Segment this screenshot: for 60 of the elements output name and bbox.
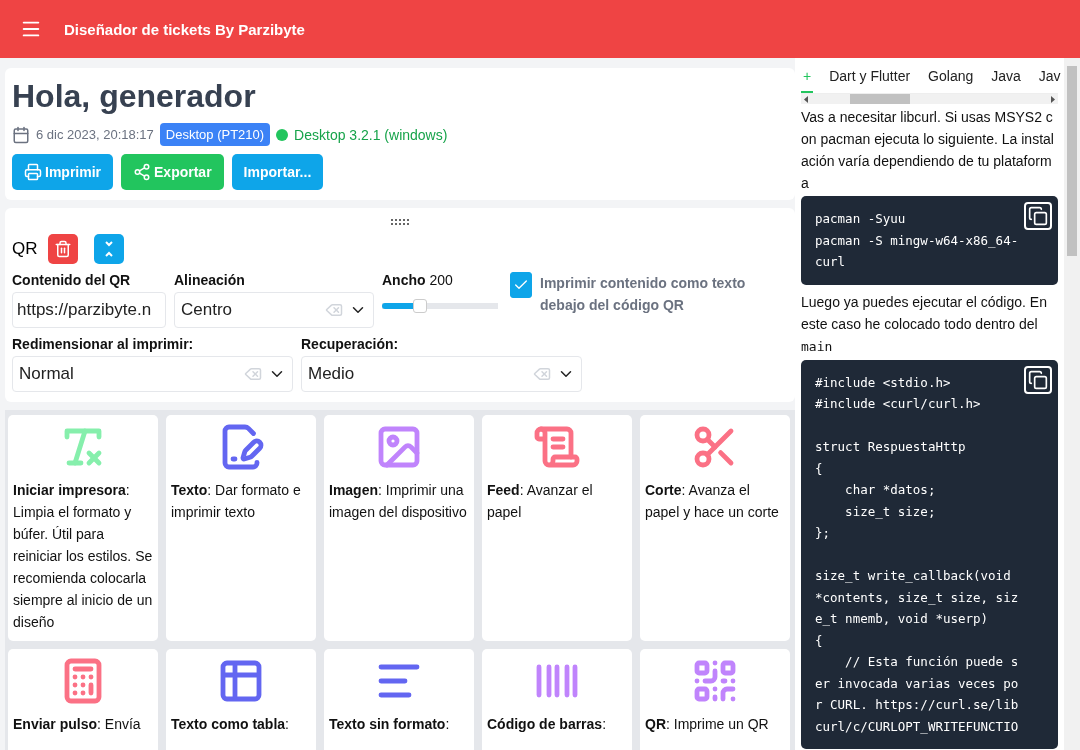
language-tab[interactable]: Dart y Flutter [827,64,913,93]
collapse-icon [102,239,115,259]
printer-icon [24,163,42,181]
collapse-button[interactable] [93,234,124,264]
app-title: Diseñador de tickets By Parzibyte [64,20,305,38]
component-card[interactable]: Feed: Avanzar el papel [482,415,632,641]
field-label: Ancho 200 [382,272,454,288]
select-field[interactable]: Medio [301,356,582,392]
page-heading: Hola, generador [12,78,257,115]
printer-badge: Desktop (PT210) [159,123,271,146]
date-text: 6 dic 2023, 20:18:17 [36,127,154,142]
copy-button[interactable] [1024,202,1053,230]
component-description: Corte: Avanza el papel y hace un corte [645,481,780,522]
drag-handle-icon[interactable] [390,218,410,226]
scroll-left-icon[interactable] [804,95,808,103]
field-label: Contenido del QR [12,272,132,288]
checkbox[interactable] [510,272,532,298]
code-block: #include <stdio.h> #include <curl/curl.h> struct RespuestaHttp { char *datos; size_t size; }; size_t write_callback(void *contents, size_t size, siz e_t nmemb, void *userp) { // Esta función puede s er invocada varias veces po r CURL. https://curl.se/lib curl/c/CURLOPT_WRITEFUNCTIO [801,359,1059,749]
field-label: Recuperación: [301,336,400,352]
paragraph: Vas a necesitar libcurl. Si usas MSYS2 con pacman ejecuta lo siguiente. La instalación varía dependiendo de tu plataforma [801,108,1055,193]
component-description: Texto como tabla: [171,715,290,734]
language-tab[interactable]: Golang [926,64,976,93]
vertical-scrollbar[interactable] [1064,58,1080,750]
component-card[interactable]: Iniciar impresora: Limpia el formato y búfer. Útil para reiniciar los estilos. Se recomienda colocarla siempre al inicio de un diseño [8,415,158,641]
input-field[interactable]: https://parzibyte.n [12,292,166,328]
component-card[interactable]: Texto: Dar formato e imprimir texto [166,415,316,641]
component-card[interactable]: Enviar pulso: Envía [8,649,158,750]
horizontal-scrollbar[interactable] [801,94,1059,104]
delete-button[interactable] [47,234,78,264]
component-description: Texto sin formato: [329,715,451,734]
checkbox-label: Imprimir contenido como texto debajo del código QR [540,274,747,315]
component-card[interactable]: Texto sin formato: [324,649,474,750]
component-description: Código de barras: [487,715,608,734]
status-text: Desktop 3.2.1 (windows) [294,126,448,143]
select-field[interactable]: Normal [12,356,293,392]
component-description: Iniciar impresora: Limpia el formato y búfer. Útil para reiniciar los estilos. Se recomienda colocarla siempre al inicio de un diseño [13,481,153,632]
component-card[interactable]: Texto como tabla: [166,649,316,750]
select-field[interactable]: Centro [174,292,374,328]
field-label: Redimensionar al imprimir: [12,336,195,352]
share-icon [133,163,151,181]
component-card[interactable]: Imagen: Imprimir una imagen del dispositivo [324,415,474,641]
scroll-right-icon[interactable] [1051,95,1056,103]
component-description: QR: Imprime un QR [645,715,770,734]
component-description: Feed: Avanzar el papel [487,481,594,522]
component-description: Texto: Dar formato e imprimir texto [171,481,302,522]
component-description: Imagen: Imprimir una imagen del dispositivo [329,481,468,522]
component-description: Enviar pulso: Envía [13,715,142,734]
field-label: Alineación [174,272,246,288]
slider-thumb[interactable] [412,299,427,313]
calendar-icon [12,125,30,144]
paragraph: Luego ya puedes ejecutar el código. En este caso he colocado todo dentro del main [801,292,1048,356]
code-block: pacman -Syuu pacman -S mingw-w64-x86_64- curl [801,196,1059,285]
trash-icon [53,240,72,258]
component-card[interactable]: Código de barras: [482,649,632,750]
component-card[interactable]: Corte: Avanza el papel y hace un corte [640,415,790,641]
copy-button[interactable] [1024,365,1053,394]
component-card[interactable]: QR: Imprime un QR [640,649,790,750]
block-title: QR [12,239,38,259]
language-tab[interactable]: Jav [1036,64,1063,93]
language-tab[interactable]: Java [989,64,1023,93]
